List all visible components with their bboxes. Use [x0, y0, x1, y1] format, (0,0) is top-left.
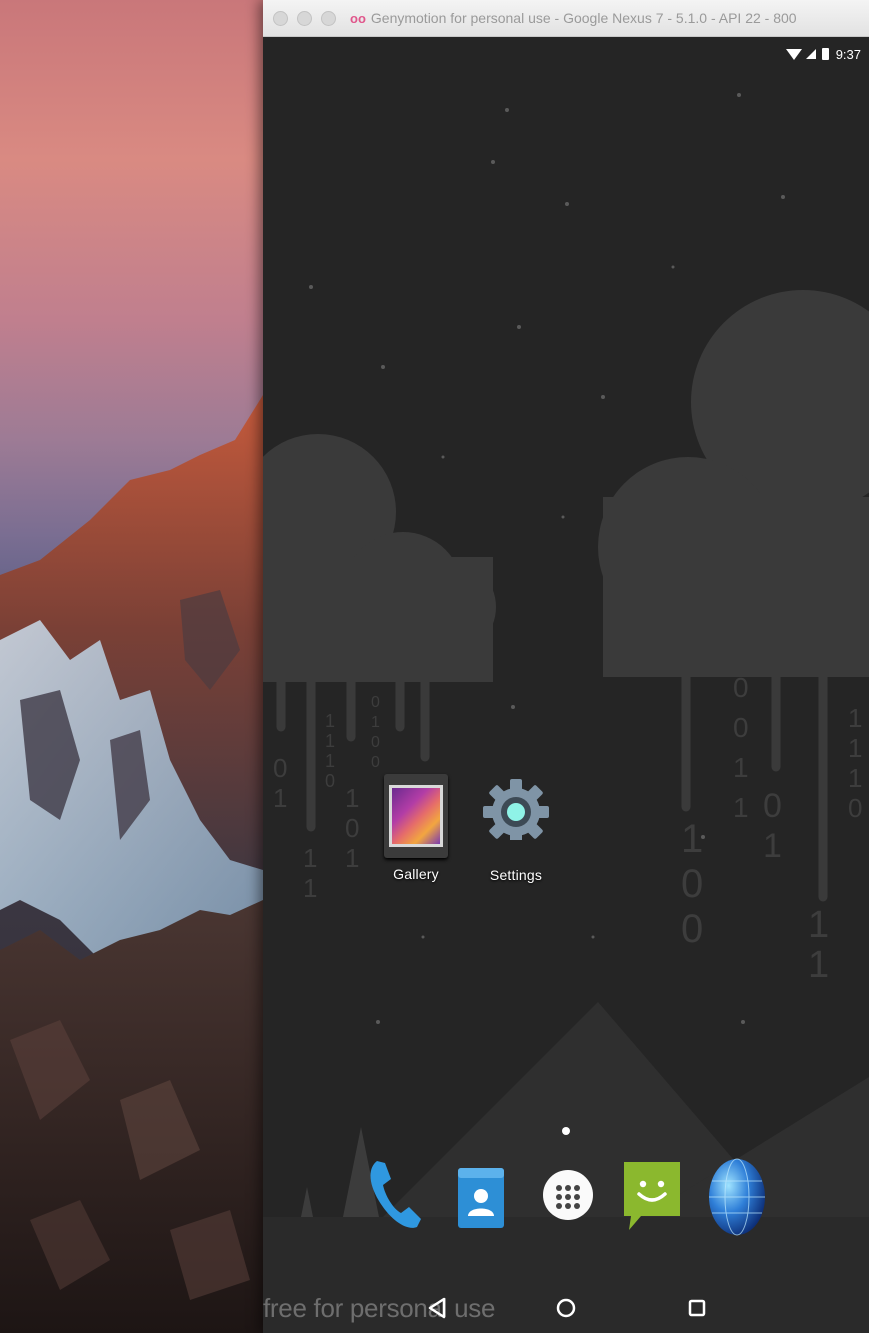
- signal-icon: [805, 49, 816, 59]
- back-triangle-icon: [428, 1297, 446, 1319]
- dock-browser[interactable]: [706, 1157, 768, 1242]
- dock-contacts[interactable]: [456, 1164, 506, 1235]
- svg-text:1: 1: [371, 714, 380, 731]
- mountain-wallpaper-image: [0, 395, 263, 1333]
- svg-text:0: 0: [371, 694, 380, 711]
- settings-gear-icon: [483, 779, 549, 845]
- window-controls: [273, 10, 336, 26]
- svg-text:0: 0: [763, 787, 782, 825]
- svg-text:0: 0: [681, 907, 703, 951]
- svg-text:1: 1: [303, 843, 317, 873]
- svg-text:1: 1: [325, 731, 335, 751]
- phone-icon: [370, 1161, 421, 1228]
- genymotion-window: oo Genymotion for personal use - Google …: [263, 0, 869, 1333]
- app-label-settings: Settings: [489, 867, 543, 883]
- svg-text:0: 0: [848, 793, 862, 823]
- back-button[interactable]: [417, 1290, 457, 1326]
- svg-text:1: 1: [325, 751, 335, 771]
- svg-text:1: 1: [763, 827, 782, 865]
- navigation-bar: [263, 1282, 869, 1333]
- wifi-icon: [785, 48, 802, 60]
- svg-text:1: 1: [733, 792, 749, 823]
- svg-text:1: 1: [848, 703, 862, 733]
- svg-text:0: 0: [325, 771, 335, 791]
- globe-icon: [709, 1158, 765, 1236]
- svg-text:1: 1: [681, 817, 703, 861]
- contacts-icon: [458, 1168, 504, 1228]
- desktop-wallpaper: [0, 0, 263, 1333]
- svg-text:1: 1: [303, 873, 317, 903]
- recents-button[interactable]: [677, 1290, 717, 1326]
- page-indicator-dot: [562, 1127, 570, 1135]
- battery-icon: [821, 48, 829, 60]
- svg-text:0: 0: [345, 813, 359, 843]
- svg-text:1: 1: [808, 944, 829, 986]
- home-circle-icon: [556, 1298, 576, 1318]
- svg-text:1: 1: [273, 783, 287, 813]
- svg-text:0: 0: [371, 734, 380, 751]
- svg-text:1: 1: [325, 711, 335, 731]
- svg-text:1: 1: [848, 763, 862, 793]
- status-time: 9:37: [835, 46, 861, 62]
- app-gallery[interactable]: Gallery: [371, 774, 461, 882]
- svg-text:0: 0: [273, 753, 287, 783]
- svg-text:1: 1: [345, 843, 359, 873]
- wallpaper-clouds: 01 11 1110 101 0100 100 0011 01 11 1110: [263, 93, 869, 1333]
- app-drawer-icon: [543, 1170, 593, 1220]
- svg-text:0: 0: [681, 862, 703, 906]
- minimize-window-button[interactable]: [297, 10, 312, 26]
- home-button[interactable]: [546, 1290, 586, 1326]
- status-bar: 9:37: [785, 43, 861, 65]
- zoom-window-button[interactable]: [321, 10, 336, 26]
- gallery-icon: [384, 774, 448, 858]
- recents-square-icon: [688, 1299, 706, 1317]
- dock-phone[interactable]: [363, 1155, 425, 1240]
- app-settings[interactable]: Settings: [471, 774, 561, 883]
- dock-messaging[interactable]: [621, 1158, 683, 1241]
- svg-text:1: 1: [345, 783, 359, 813]
- android-screen: 01 11 1110 101 0100 100 0011 01 11 1110: [263, 37, 869, 1333]
- svg-text:1: 1: [808, 904, 829, 946]
- svg-text:1: 1: [848, 733, 862, 763]
- window-titlebar[interactable]: oo Genymotion for personal use - Google …: [263, 0, 869, 37]
- svg-text:0: 0: [733, 672, 749, 703]
- close-window-button[interactable]: [273, 10, 288, 26]
- genymotion-logo-icon: oo: [350, 10, 366, 26]
- messaging-icon: [624, 1162, 680, 1230]
- window-title: Genymotion for personal use - Google Nex…: [370, 10, 797, 26]
- app-label-gallery: Gallery: [393, 866, 439, 882]
- svg-text:1: 1: [733, 752, 749, 783]
- dock-app-drawer[interactable]: [540, 1167, 596, 1228]
- svg-text:0: 0: [733, 712, 749, 743]
- svg-text:0: 0: [371, 754, 380, 771]
